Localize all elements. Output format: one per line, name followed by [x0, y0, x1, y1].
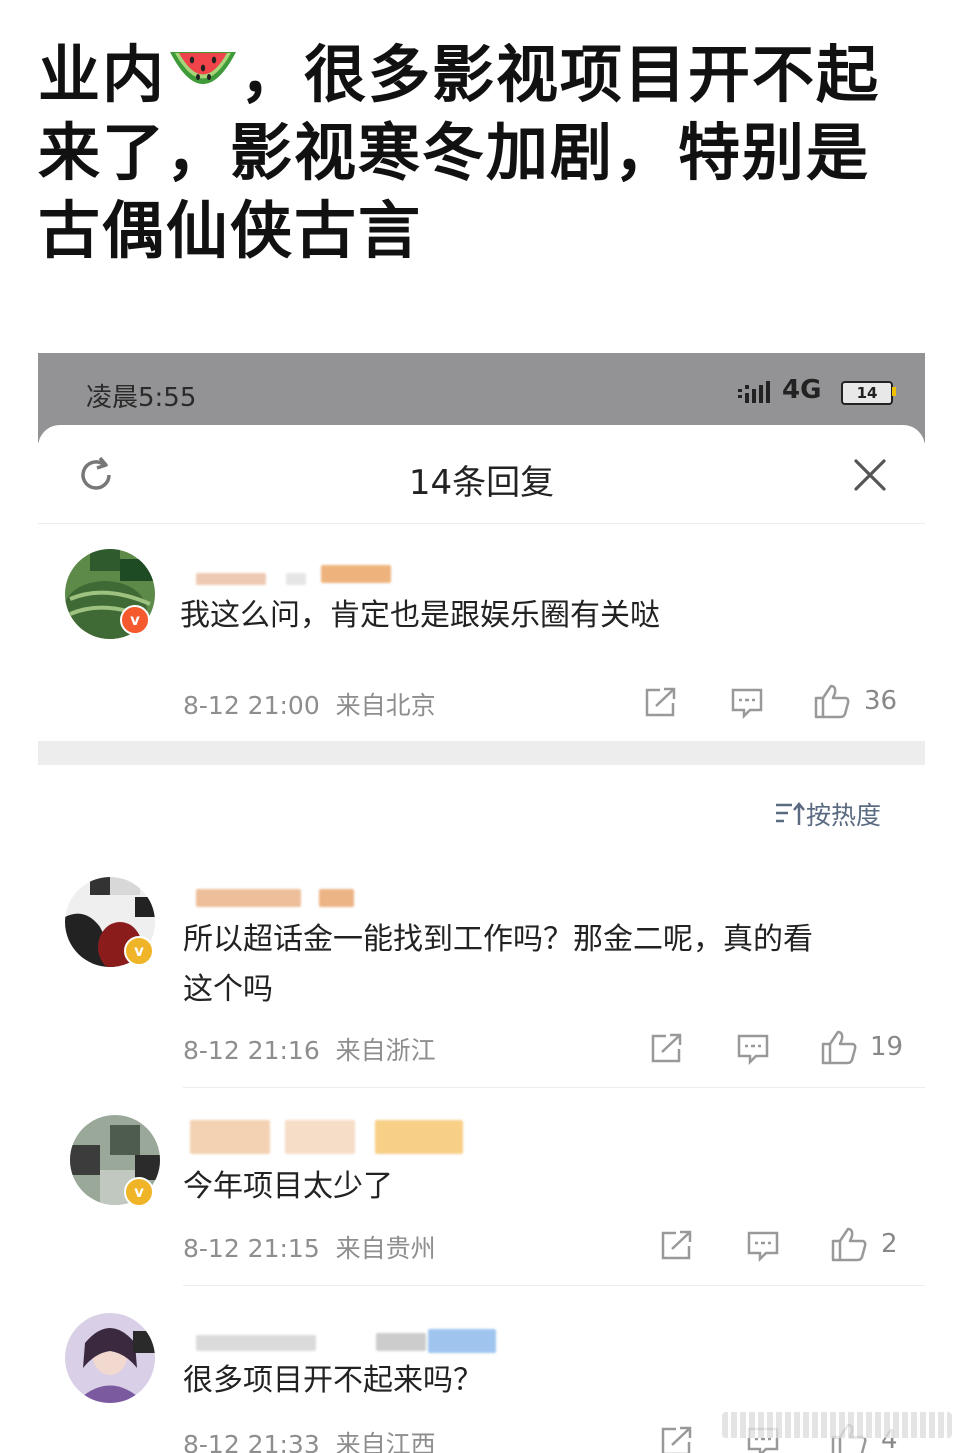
username-blurred[interactable] [196, 1329, 496, 1355]
comment-icon[interactable] [730, 687, 764, 719]
reply-divider [183, 1087, 925, 1088]
like-icon[interactable] [820, 1029, 858, 1065]
phone-screenshot: 凌晨5:55 4G 14 14条回复 v 我这么问，肯定也是跟娱乐圈有关哒 8-… [38, 353, 925, 1453]
reply-location: 来自贵州 [335, 1234, 436, 1263]
signal-icon [738, 381, 770, 403]
reply-time: 8-12 21:33 [183, 1430, 320, 1453]
reply-text-line2: 这个吗 [183, 972, 273, 1007]
reply-text: 今年项目太少了 [183, 1169, 393, 1204]
section-divider [38, 741, 925, 765]
username-blurred[interactable] [190, 1120, 470, 1156]
reply-location: 来自浙江 [335, 1036, 436, 1065]
close-icon[interactable] [852, 457, 888, 493]
reply-text: 所以超话金一能找到工作吗？那金二呢，真的看 这个吗 [183, 915, 903, 1015]
battery-tip [892, 387, 896, 396]
reply-location: 来自江西 [335, 1430, 436, 1453]
verified-badge: v [120, 605, 150, 635]
like-count: 19 [870, 1032, 904, 1062]
post-headline: 业内 ，很多影视项目开不起来了，影视寒冬加剧，特别是古偶仙侠古言 [38, 36, 928, 270]
reply-text: 很多项目开不起来吗？ [183, 1363, 483, 1398]
share-icon[interactable] [644, 686, 678, 718]
reply-time: 8-12 21:16 [183, 1036, 320, 1065]
share-icon[interactable] [660, 1425, 694, 1453]
sort-toggle[interactable]: 按热度 [774, 796, 881, 832]
watermelon-icon [170, 52, 237, 84]
reply-meta: 8-12 21:33 来自江西 [183, 1425, 436, 1453]
comment-icon[interactable] [746, 1230, 780, 1262]
comment-icon[interactable] [736, 1033, 770, 1065]
like-count: 2 [881, 1229, 898, 1259]
reply-divider [183, 1285, 925, 1286]
share-icon[interactable] [650, 1032, 684, 1064]
comment-location: 来自北京 [335, 691, 436, 720]
comment-time: 8-12 21:00 [183, 691, 320, 720]
comment-meta: 8-12 21:00 来自北京 [183, 686, 436, 722]
status-time: 凌晨5:55 [86, 383, 197, 413]
verified-badge: v [124, 936, 154, 966]
reply-meta: 8-12 21:16 来自浙江 [183, 1031, 436, 1067]
headline-text-start: 业内 [38, 38, 167, 111]
sheet-title: 14条回复 [408, 463, 555, 503]
comment-text: 我这么问，肯定也是跟娱乐圈有关哒 [180, 598, 660, 633]
battery-icon: 14 [841, 381, 893, 405]
like-icon[interactable] [813, 683, 851, 719]
sort-icon [776, 802, 805, 825]
username-blurred[interactable] [196, 565, 396, 585]
like-count: 36 [864, 686, 898, 716]
sheet-header: 14条回复 [38, 425, 925, 524]
sort-label: 按热度 [806, 801, 882, 830]
share-icon[interactable] [660, 1229, 694, 1261]
reply-meta: 8-12 21:15 来自贵州 [183, 1229, 436, 1265]
network-type: 4G [782, 375, 822, 405]
verified-badge: v [124, 1177, 154, 1207]
avatar[interactable] [65, 1313, 155, 1403]
reply-time: 8-12 21:15 [183, 1234, 320, 1263]
watermark [722, 1412, 952, 1438]
username-blurred[interactable] [196, 889, 366, 907]
reply-text-line1: 所以超话金一能找到工作吗？那金二呢，真的看 [183, 922, 813, 957]
battery-level: 14 [856, 384, 878, 402]
like-icon[interactable] [830, 1226, 868, 1262]
